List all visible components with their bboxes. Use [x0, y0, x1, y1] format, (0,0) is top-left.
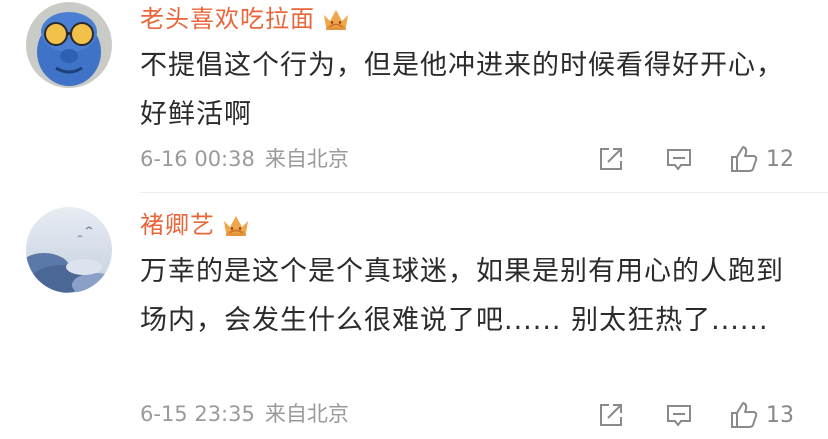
timestamp: 6-15 23:35	[140, 402, 255, 426]
share-button[interactable]	[596, 140, 626, 178]
comment-text: 不提倡这个行为，但是他冲进来的时候看得好开心，好鲜活啊	[140, 50, 784, 130]
username-row: 老头喜欢吃拉面	[140, 4, 351, 34]
comment-text: 万幸的是这个是个真球迷，如果是别有用心的人跑到场内，会发生什么很难说了吧....…	[140, 256, 784, 336]
share-button[interactable]	[596, 396, 626, 434]
comment-icon	[664, 144, 694, 174]
username-link[interactable]: 褚卿艺	[140, 210, 215, 240]
share-icon	[596, 144, 626, 174]
like-count: 13	[766, 402, 794, 428]
comment-meta: 6-16 00:38 来自北京	[140, 146, 349, 172]
avatar[interactable]	[26, 207, 112, 293]
crown-icon	[321, 6, 351, 32]
timestamp: 6-16 00:38	[140, 147, 255, 171]
comment-icon	[664, 400, 694, 430]
username-link[interactable]: 老头喜欢吃拉面	[140, 4, 315, 34]
reply-button[interactable]	[664, 140, 694, 178]
thumbs-up-icon	[728, 399, 760, 431]
like-button[interactable]: 13	[728, 396, 794, 434]
location: 来自北京	[264, 147, 349, 171]
avatar[interactable]	[26, 2, 112, 88]
location: 来自北京	[264, 402, 349, 426]
thumbs-up-icon	[728, 143, 760, 175]
comment-item: 老头喜欢吃拉面 不提倡这个行为，但是他冲进来的时候看得好开心，好鲜活啊 6-16…	[0, 0, 828, 193]
username-row: 褚卿艺	[140, 210, 251, 240]
crown-icon	[221, 212, 251, 238]
reply-button[interactable]	[664, 396, 694, 434]
comment-item: 褚卿艺 万幸的是这个是个真球迷，如果是别有用心的人跑到场内，会发生什么很难说了吧…	[0, 193, 828, 439]
comment-meta: 6-15 23:35 来自北京	[140, 401, 349, 427]
like-button[interactable]: 12	[728, 140, 794, 178]
like-count: 12	[766, 146, 794, 172]
share-icon	[596, 400, 626, 430]
